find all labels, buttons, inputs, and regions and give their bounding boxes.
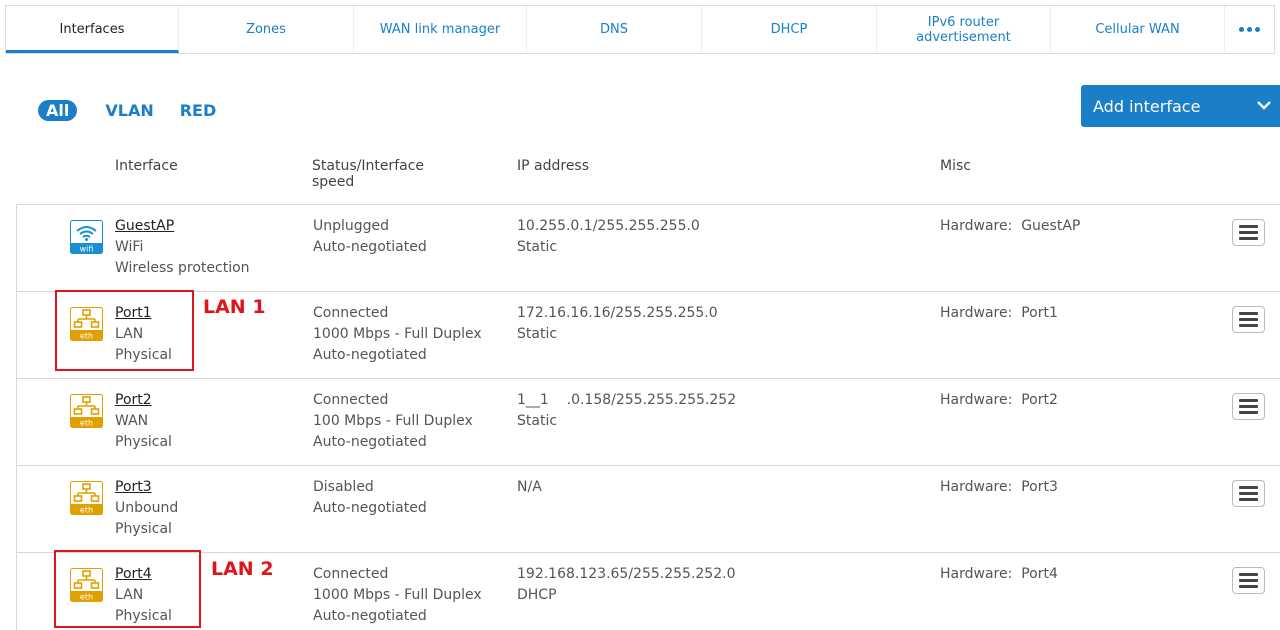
speed-text: 1000 Mbps - Full Duplex [313, 587, 482, 603]
ip-cell: 192.168.123.65/255.255.252.0 DHCP [517, 564, 735, 606]
filter-vlan[interactable]: VLAN [105, 101, 153, 120]
interfaces-table: wifi GuestAP WiFi Wireless protection Un… [16, 204, 1280, 630]
eth-icon: eth [70, 394, 103, 428]
interface-cell: Port2 WAN Physical [115, 390, 172, 453]
interface-zone: Unbound [115, 500, 179, 516]
ip-cell: 1__1 .0.158/255.255.255.252 Static [517, 390, 736, 432]
status-cell: Connected 1000 Mbps - Full Duplex Auto-n… [313, 303, 482, 366]
ip-mode: DHCP [517, 587, 557, 603]
ip-mode: Static [517, 413, 558, 429]
negotiation-text: Auto-negotiated [313, 434, 427, 450]
tab-bar: Interfaces Zones WAN link manager DNS DH… [5, 5, 1275, 54]
speed-text: Auto-negotiated [313, 500, 427, 516]
interface-name-link[interactable]: GuestAP [115, 216, 250, 237]
hamburger-icon [1239, 312, 1258, 315]
status-text: Connected [313, 392, 389, 408]
lan1-annotation: LAN 1 [203, 296, 266, 318]
status-cell: Connected 1000 Mbps - Full Duplex Auto-n… [313, 564, 482, 627]
misc-cell: Hardware: Port2 [940, 392, 1058, 408]
ip-cell: 10.255.0.1/255.255.255.0 Static [517, 216, 700, 258]
svg-text:wifi: wifi [80, 245, 94, 254]
interface-type: Wireless protection [115, 260, 250, 276]
misc-cell: Hardware: Port1 [940, 305, 1058, 321]
status-text: Unplugged [313, 218, 390, 234]
add-interface-label: Add interface [1093, 96, 1201, 116]
interface-zone: WAN [115, 413, 149, 429]
status-text: Connected [313, 566, 389, 582]
negotiation-text: Auto-negotiated [313, 608, 427, 624]
svg-text:eth: eth [80, 506, 93, 515]
lan2-annotation: LAN 2 [211, 558, 274, 580]
filter-all[interactable]: All [38, 100, 78, 121]
speed-text: 100 Mbps - Full Duplex [313, 413, 473, 429]
tab-wan-link-manager[interactable]: WAN link manager [354, 6, 527, 53]
column-header-interface: Interface [115, 158, 178, 174]
interface-type: Physical [115, 521, 172, 537]
ip-address: N/A [517, 479, 542, 495]
hamburger-icon [1239, 486, 1258, 489]
hamburger-icon [1239, 225, 1258, 228]
ip-address: 172.16.16.16/255.255.255.0 [517, 305, 718, 321]
interface-zone: WiFi [115, 239, 144, 255]
misc-cell: Hardware: Port3 [940, 479, 1058, 495]
interface-cell: Port3 Unbound Physical [115, 477, 178, 540]
misc-cell: Hardware: Port4 [940, 566, 1058, 582]
ip-address: 1__1 .0.158/255.255.255.252 [517, 392, 737, 408]
interface-name-link[interactable]: Port2 [115, 390, 172, 411]
tab-ipv6-router-advertisement[interactable]: IPv6 router advertisement [877, 6, 1051, 53]
more-dots-icon [1239, 27, 1260, 32]
column-header-misc: Misc [940, 158, 971, 174]
ip-mode: Static [517, 239, 558, 255]
ip-address: 192.168.123.65/255.255.252.0 [517, 566, 736, 582]
add-interface-button[interactable]: Add interface [1081, 85, 1280, 127]
tab-dns[interactable]: DNS [527, 6, 702, 53]
table-row: eth Port4 LAN Physical Connected 1000 Mb… [17, 553, 1280, 630]
table-row: wifi GuestAP WiFi Wireless protection Un… [17, 205, 1280, 292]
row-menu-button[interactable] [1232, 306, 1265, 333]
row-menu-button[interactable] [1232, 567, 1265, 594]
wifi-icon: wifi [70, 220, 103, 254]
speed-text: 1000 Mbps - Full Duplex [313, 326, 482, 342]
filter-group: All VLAN RED [38, 100, 242, 121]
row-menu-button[interactable] [1232, 393, 1265, 420]
row-menu-button[interactable] [1232, 219, 1265, 246]
tab-interfaces[interactable]: Interfaces [6, 6, 179, 53]
lan1-highlight-box [55, 290, 194, 371]
status-cell: Unplugged Auto-negotiated [313, 216, 427, 258]
ip-address: 10.255.0.1/255.255.255.0 [517, 218, 700, 234]
status-text: Connected [313, 305, 389, 321]
svg-text:eth: eth [80, 419, 93, 428]
chevron-down-icon [1257, 101, 1271, 110]
speed-text: Auto-negotiated [313, 239, 427, 255]
table-row: eth Port3 Unbound Physical Disabled Auto… [17, 466, 1280, 553]
tab-cellular-wan[interactable]: Cellular WAN [1051, 6, 1225, 53]
status-text: Disabled [313, 479, 374, 495]
ip-cell: 172.16.16.16/255.255.255.0 Static [517, 303, 718, 345]
table-row: eth Port2 WAN Physical Connected 100 Mbp… [17, 379, 1280, 466]
negotiation-text: Auto-negotiated [313, 347, 427, 363]
more-tabs-button[interactable] [1225, 6, 1274, 53]
filter-red[interactable]: RED [180, 101, 217, 120]
interface-name-link[interactable]: Port3 [115, 477, 178, 498]
misc-cell: Hardware: GuestAP [940, 218, 1081, 234]
status-cell: Connected 100 Mbps - Full Duplex Auto-ne… [313, 390, 473, 453]
interface-cell: GuestAP WiFi Wireless protection [115, 216, 250, 279]
interface-type: Physical [115, 434, 172, 450]
ip-mode: Static [517, 326, 558, 342]
ip-cell: N/A [517, 477, 542, 498]
status-cell: Disabled Auto-negotiated [313, 477, 427, 519]
column-header-status: Status/Interface speed [312, 158, 425, 190]
row-menu-button[interactable] [1232, 480, 1265, 507]
hamburger-icon [1239, 399, 1258, 402]
lan2-highlight-box [54, 550, 201, 628]
hamburger-icon [1239, 573, 1258, 576]
eth-icon: eth [70, 481, 103, 515]
tab-zones[interactable]: Zones [179, 6, 354, 53]
tab-dhcp[interactable]: DHCP [702, 6, 877, 53]
column-header-ip: IP address [517, 158, 590, 174]
